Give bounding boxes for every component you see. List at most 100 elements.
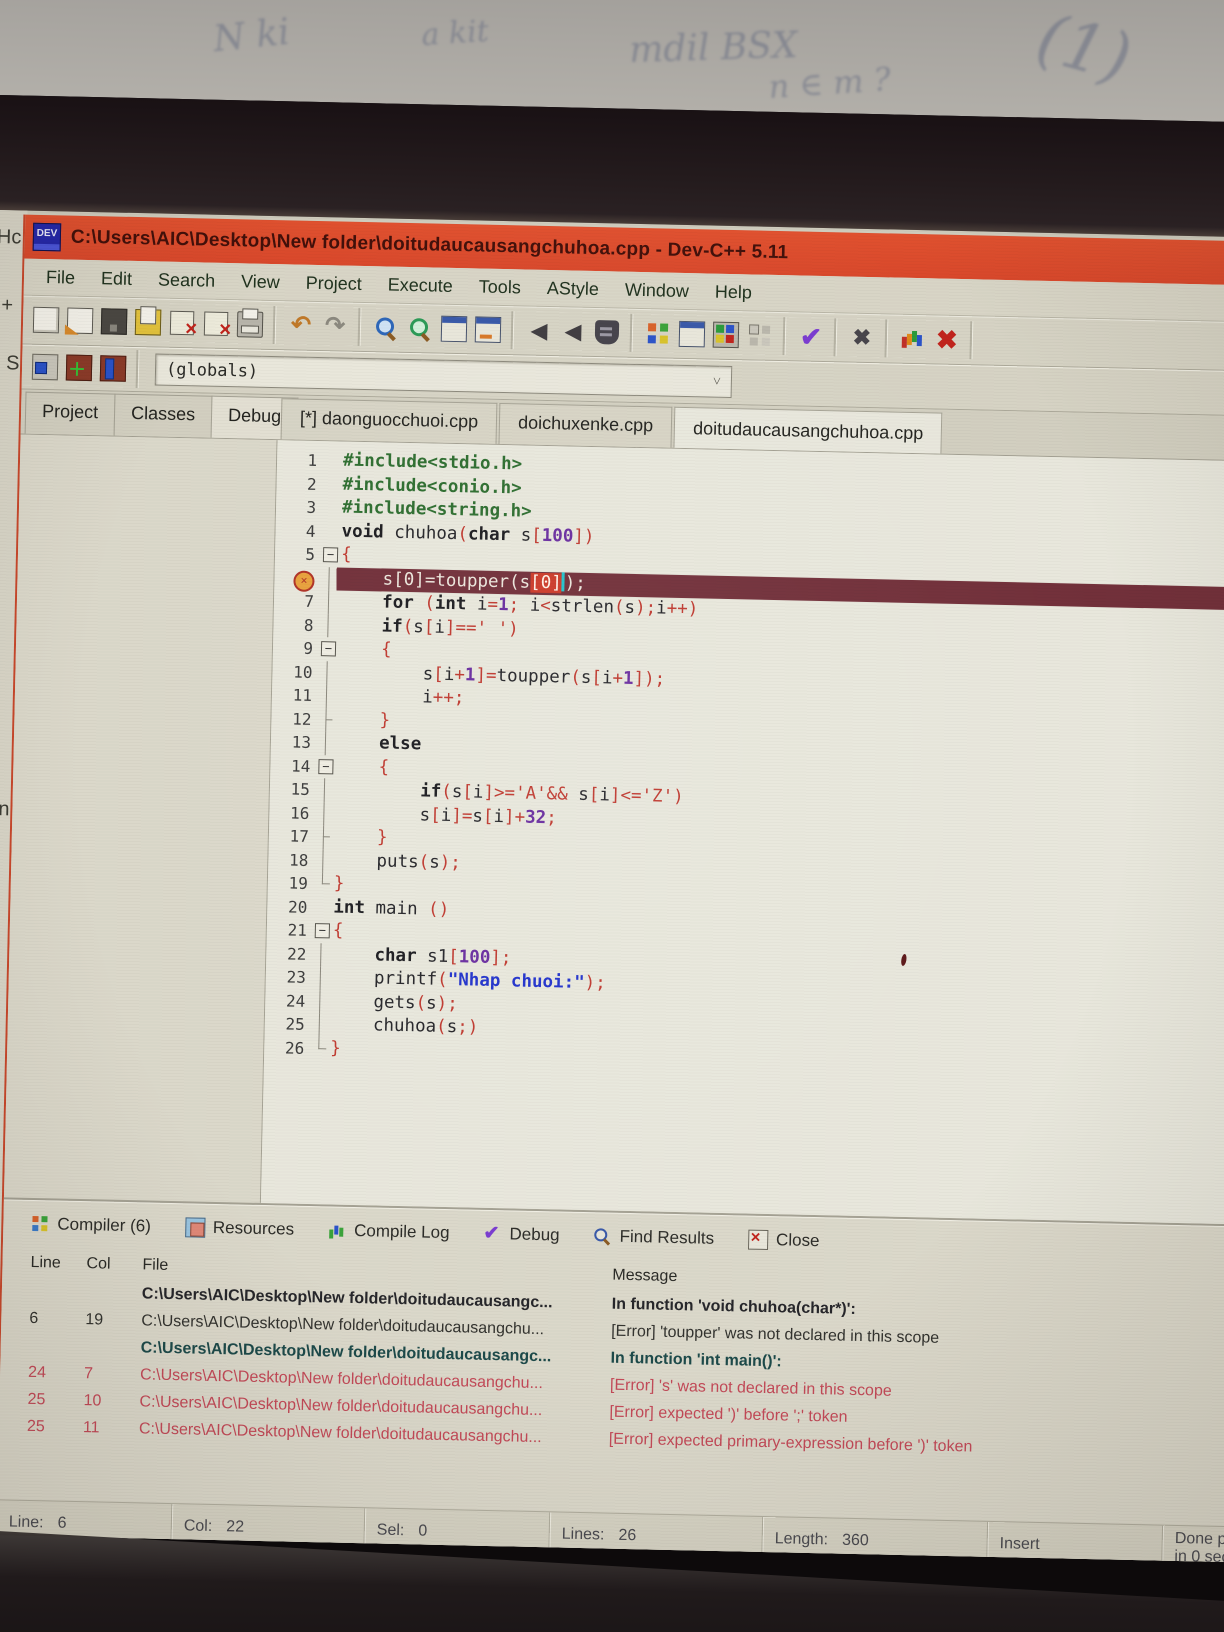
- undo-button[interactable]: ↶: [285, 309, 318, 342]
- code-text: chuhoa(s;): [331, 1013, 479, 1040]
- menu-tools[interactable]: Tools: [467, 273, 534, 301]
- code-text: i++;: [338, 685, 465, 711]
- pages-icon: [185, 1217, 205, 1237]
- report-tab-resources[interactable]: Resources: [185, 1217, 295, 1239]
- project-panel[interactable]: [4, 435, 278, 1203]
- print-button[interactable]: [234, 308, 267, 341]
- save-all-button[interactable]: [132, 306, 165, 339]
- find-button[interactable]: [370, 311, 403, 344]
- menu-view[interactable]: View: [229, 268, 292, 296]
- menu-window[interactable]: Window: [613, 276, 702, 305]
- panel-tab-classes[interactable]: Classes: [114, 394, 213, 438]
- back-button[interactable]: ◀: [523, 314, 556, 347]
- debug-shield-button[interactable]: [591, 316, 624, 349]
- fold-marker[interactable]: [317, 637, 340, 661]
- background-text-fragment: +: [1, 294, 13, 317]
- fold-marker: [319, 520, 342, 544]
- profile-button[interactable]: [897, 323, 930, 356]
- compile-button[interactable]: [642, 317, 675, 350]
- abort-button[interactable]: ✖: [846, 322, 879, 355]
- fold-marker[interactable]: [319, 543, 342, 567]
- status-label: Length:: [774, 1530, 828, 1549]
- globals-combobox[interactable]: (globals) ˅: [155, 353, 733, 398]
- line-number: 1: [277, 448, 322, 472]
- code-editor[interactable]: 1#include<stdio.h>2#include<conio.h>3#in…: [261, 440, 1224, 1226]
- panel-tab-project[interactable]: Project: [25, 392, 116, 436]
- fold-marker[interactable]: [314, 755, 337, 779]
- report-tab-find[interactable]: Find Results: [593, 1226, 714, 1249]
- line-number: 13: [271, 730, 316, 754]
- background-text-fragment: S: [6, 352, 20, 375]
- status-cell-lines: Lines:26: [549, 1512, 763, 1561]
- close-file-button[interactable]: [166, 307, 199, 340]
- fold-marker: [320, 473, 343, 497]
- goto-declaration-button[interactable]: [29, 351, 62, 384]
- status-cell-insert: Insert: [987, 1522, 1163, 1563]
- save-button[interactable]: [98, 305, 131, 338]
- cell: 10: [83, 1387, 140, 1415]
- close-file-icon: [170, 311, 195, 336]
- report-tab-close[interactable]: Close: [748, 1230, 820, 1252]
- code-text: }: [334, 872, 345, 896]
- undo-icon: ↶: [291, 313, 312, 337]
- report-tab-label: Close: [776, 1230, 820, 1251]
- report-tab-label: Resources: [213, 1218, 295, 1240]
- panel-tabs: ProjectClassesDebug: [21, 392, 282, 440]
- line-number: 16: [269, 801, 314, 825]
- column-header-col[interactable]: Col: [86, 1249, 143, 1280]
- close-all-button[interactable]: [200, 307, 233, 340]
- status-label: Insert: [999, 1535, 1039, 1554]
- line-number: 20: [267, 895, 312, 919]
- status-label: Sel:: [377, 1522, 405, 1541]
- cell: 6: [29, 1305, 86, 1333]
- report-tab-compile[interactable]: Compile Log: [328, 1220, 450, 1243]
- goto-implementation-icon: [100, 355, 127, 382]
- delete-profile-button[interactable]: ✖: [931, 323, 964, 356]
- compile-run-button[interactable]: [710, 319, 743, 352]
- line-number: 9: [273, 636, 318, 660]
- toggle-bookmark-button[interactable]: [472, 313, 505, 346]
- goto-implementation-button[interactable]: [97, 352, 130, 385]
- line-number: 23: [266, 965, 311, 989]
- forward-icon: ◀: [564, 320, 581, 342]
- file-tab[interactable]: doichuxenke.cpp: [499, 403, 673, 448]
- line-number: 25: [265, 1012, 310, 1036]
- syntax-check-button[interactable]: ✔: [795, 320, 828, 353]
- line-number: 8: [273, 613, 318, 637]
- status-value: 26: [618, 1527, 636, 1545]
- window-title: C:\Users\AIC\Desktop\New folder\doitudau…: [71, 227, 789, 265]
- new-file-button[interactable]: [30, 304, 63, 337]
- find-in-files-button[interactable]: [404, 312, 437, 345]
- check-icon: [483, 1225, 501, 1243]
- goto-line-button[interactable]: [438, 313, 471, 346]
- menu-astyle[interactable]: AStyle: [535, 274, 612, 303]
- file-tab[interactable]: [*] daonguocchuoi.cpp: [281, 398, 498, 444]
- report-tab-label: Debug: [509, 1224, 560, 1245]
- code-text: puts(s);: [334, 849, 461, 875]
- rebuild-button[interactable]: [744, 319, 777, 352]
- compiler-rows: C:\Users\AIC\Desktop\New folder\doitudau…: [27, 1278, 1224, 1468]
- fold-marker: [313, 825, 336, 849]
- menu-search[interactable]: Search: [146, 266, 228, 295]
- open-file-button[interactable]: [64, 304, 97, 337]
- column-header-line[interactable]: Line: [30, 1248, 87, 1279]
- fold-marker[interactable]: [311, 919, 334, 943]
- line-number: 19: [268, 871, 313, 895]
- run-button[interactable]: [676, 318, 709, 351]
- compile-icon: [646, 321, 671, 346]
- menu-project[interactable]: Project: [293, 269, 374, 298]
- forward-button[interactable]: ◀: [557, 315, 590, 348]
- menu-file[interactable]: File: [34, 263, 88, 291]
- menu-execute[interactable]: Execute: [375, 271, 465, 300]
- cell: [28, 1332, 85, 1360]
- menu-help[interactable]: Help: [703, 278, 765, 306]
- report-tab-compiler[interactable]: Compiler (6): [31, 1214, 151, 1237]
- report-tab-debug[interactable]: Debug: [483, 1224, 560, 1246]
- menu-edit[interactable]: Edit: [89, 264, 145, 292]
- new-class-button[interactable]: [63, 351, 96, 384]
- file-tab[interactable]: doitudaucausangchuhoa.cpp: [674, 407, 943, 454]
- cell: [86, 1279, 143, 1307]
- run-icon: [679, 321, 706, 348]
- redo-button[interactable]: ↷: [319, 310, 352, 343]
- report-panel: Compiler (6) Resources Compile Log Debug Fin…: [0, 1197, 1224, 1527]
